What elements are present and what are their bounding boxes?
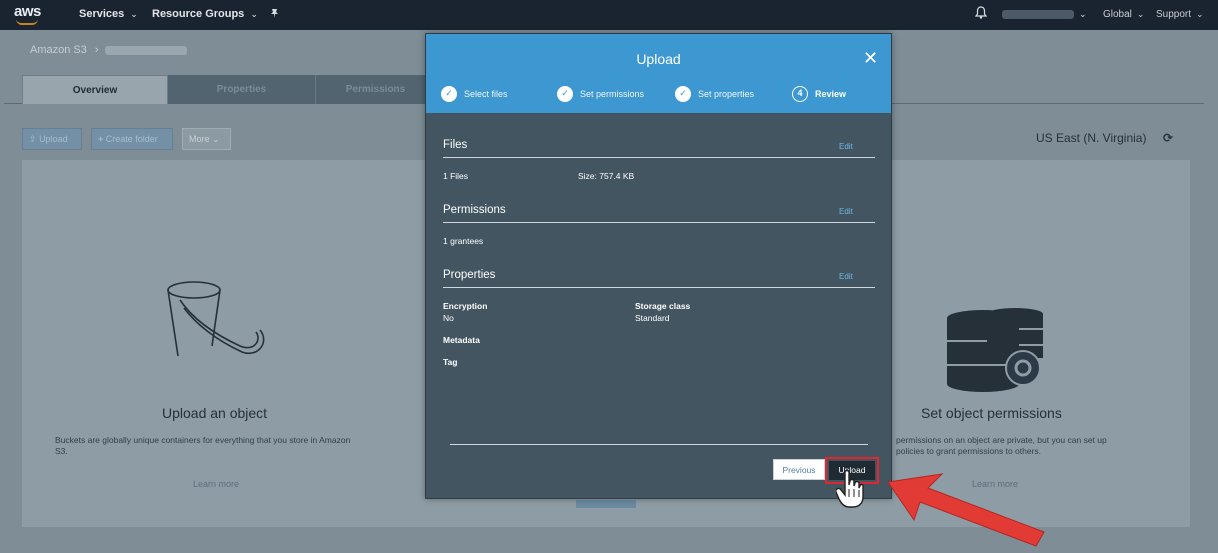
more-label: More xyxy=(189,134,210,144)
check-icon: ✓ xyxy=(557,86,573,102)
upload-object-title: Upload an object xyxy=(162,405,268,421)
chevron-down-icon: ⌄ xyxy=(1196,9,1204,19)
step-label: Set properties xyxy=(698,89,755,99)
step-label: Set permissions xyxy=(580,89,645,99)
modal-title: Upload xyxy=(636,51,681,67)
upload-button[interactable]: ⇪ Upload xyxy=(22,128,82,150)
permissions-divider xyxy=(443,222,875,223)
chevron-down-icon: ⌄ xyxy=(130,9,138,19)
chevron-down-icon: ⌄ xyxy=(1136,9,1145,19)
obscured-button xyxy=(576,500,636,508)
step-number-badge: 4 xyxy=(792,86,808,102)
breadcrumb: Amazon S3 › xyxy=(30,44,107,56)
bucket-name-redacted xyxy=(105,46,187,55)
resource-groups-menu[interactable]: Resource Groups ⌄ xyxy=(152,8,258,20)
tab-overview[interactable]: Overview xyxy=(22,75,168,104)
tab-permissions[interactable]: Permissions xyxy=(316,75,426,104)
set-permissions-description-line1: permissions on an object are private, bu… xyxy=(896,435,1107,445)
hand-cursor-icon xyxy=(835,469,864,514)
upload-button-label: Upload xyxy=(39,134,68,144)
tag-label: Tag xyxy=(443,357,458,367)
storage-class-label: Storage class xyxy=(635,301,691,311)
breadcrumb-root[interactable]: Amazon S3 xyxy=(30,44,87,56)
global-menu[interactable]: Global ⌄ xyxy=(1103,9,1144,20)
upload-modal: Upload ✕ ✓ Select files ✓ Set permissions … xyxy=(425,33,892,499)
step-label: Review xyxy=(815,89,847,99)
upload-learn-more-link[interactable]: Learn more xyxy=(193,479,239,489)
step-set-properties[interactable]: ✓ Set properties xyxy=(675,86,754,102)
red-arrow-annotation-icon xyxy=(880,470,1050,553)
plus-icon: + xyxy=(98,134,104,144)
aws-logo[interactable]: aws xyxy=(14,3,41,20)
upload-icon: ⇪ xyxy=(29,134,37,144)
chevron-down-icon: ⌄ xyxy=(1079,9,1087,19)
upload-object-description: Buckets are globally unique containers f… xyxy=(55,435,351,456)
region-label: US East (N. Virginia) xyxy=(1036,131,1147,145)
encryption-label: Encryption xyxy=(443,301,488,311)
properties-divider xyxy=(443,287,875,288)
permissions-section-title: Permissions xyxy=(443,204,506,216)
close-icon[interactable]: ✕ xyxy=(863,48,878,69)
bucket-icon xyxy=(162,278,272,373)
bell-icon[interactable] xyxy=(974,6,988,22)
account-name-redacted[interactable] xyxy=(1002,10,1074,19)
check-icon: ✓ xyxy=(441,86,457,102)
properties-edit-link[interactable]: Edit xyxy=(839,272,853,281)
services-menu[interactable]: Services ⌄ xyxy=(79,8,138,20)
step-set-permissions[interactable]: ✓ Set permissions xyxy=(557,86,644,102)
footer-divider xyxy=(450,444,868,445)
encryption-value: No xyxy=(443,313,454,323)
more-button[interactable]: More ⌄ xyxy=(182,128,231,150)
support-menu[interactable]: Support ⌄ xyxy=(1156,9,1204,20)
properties-section-title: Properties xyxy=(443,269,496,281)
permissions-edit-link[interactable]: Edit xyxy=(839,207,853,216)
tab-properties[interactable]: Properties xyxy=(168,75,316,104)
refresh-icon[interactable]: ⟳ xyxy=(1163,131,1173,145)
create-folder-button[interactable]: + Create folder xyxy=(91,128,173,150)
chevron-down-icon: ⌄ xyxy=(212,134,220,144)
metadata-label: Metadata xyxy=(443,335,480,345)
set-permissions-description-line2: policies to grant permissions to others. xyxy=(896,446,1042,456)
files-divider xyxy=(443,157,875,158)
files-edit-link[interactable]: Edit xyxy=(839,142,853,151)
pin-icon[interactable] xyxy=(270,8,279,22)
resource-groups-label: Resource Groups xyxy=(152,8,245,20)
services-label: Services xyxy=(79,8,125,20)
previous-button[interactable]: Previous xyxy=(773,459,825,480)
global-label: Global xyxy=(1103,9,1132,20)
step-select-files[interactable]: ✓ Select files xyxy=(441,86,508,102)
breadcrumb-separator: › xyxy=(94,44,99,56)
files-count: 1 Files xyxy=(443,171,469,181)
create-folder-label: Create folder xyxy=(105,134,158,144)
grantees-count: 1 grantees xyxy=(443,236,484,246)
step-review[interactable]: 4 Review xyxy=(792,86,846,102)
chevron-down-icon: ⌄ xyxy=(250,9,258,19)
support-label: Support xyxy=(1156,9,1192,20)
step-label: Select files xyxy=(464,89,508,99)
top-navigation-bar: aws Services ⌄ Resource Groups ⌄ ⌄ Global ⌄… xyxy=(0,0,1218,30)
files-section-title: Files xyxy=(443,139,468,151)
modal-header: Upload ✕ ✓ Select files ✓ Set permissions … xyxy=(426,34,891,113)
storage-class-value: Standard xyxy=(635,313,670,323)
aws-logo-smile-icon xyxy=(16,19,38,25)
set-permissions-title: Set object permissions xyxy=(921,405,1062,421)
files-size: Size: 757.4 KB xyxy=(578,171,635,181)
database-gear-icon xyxy=(943,306,1049,401)
check-icon: ✓ xyxy=(675,86,691,102)
